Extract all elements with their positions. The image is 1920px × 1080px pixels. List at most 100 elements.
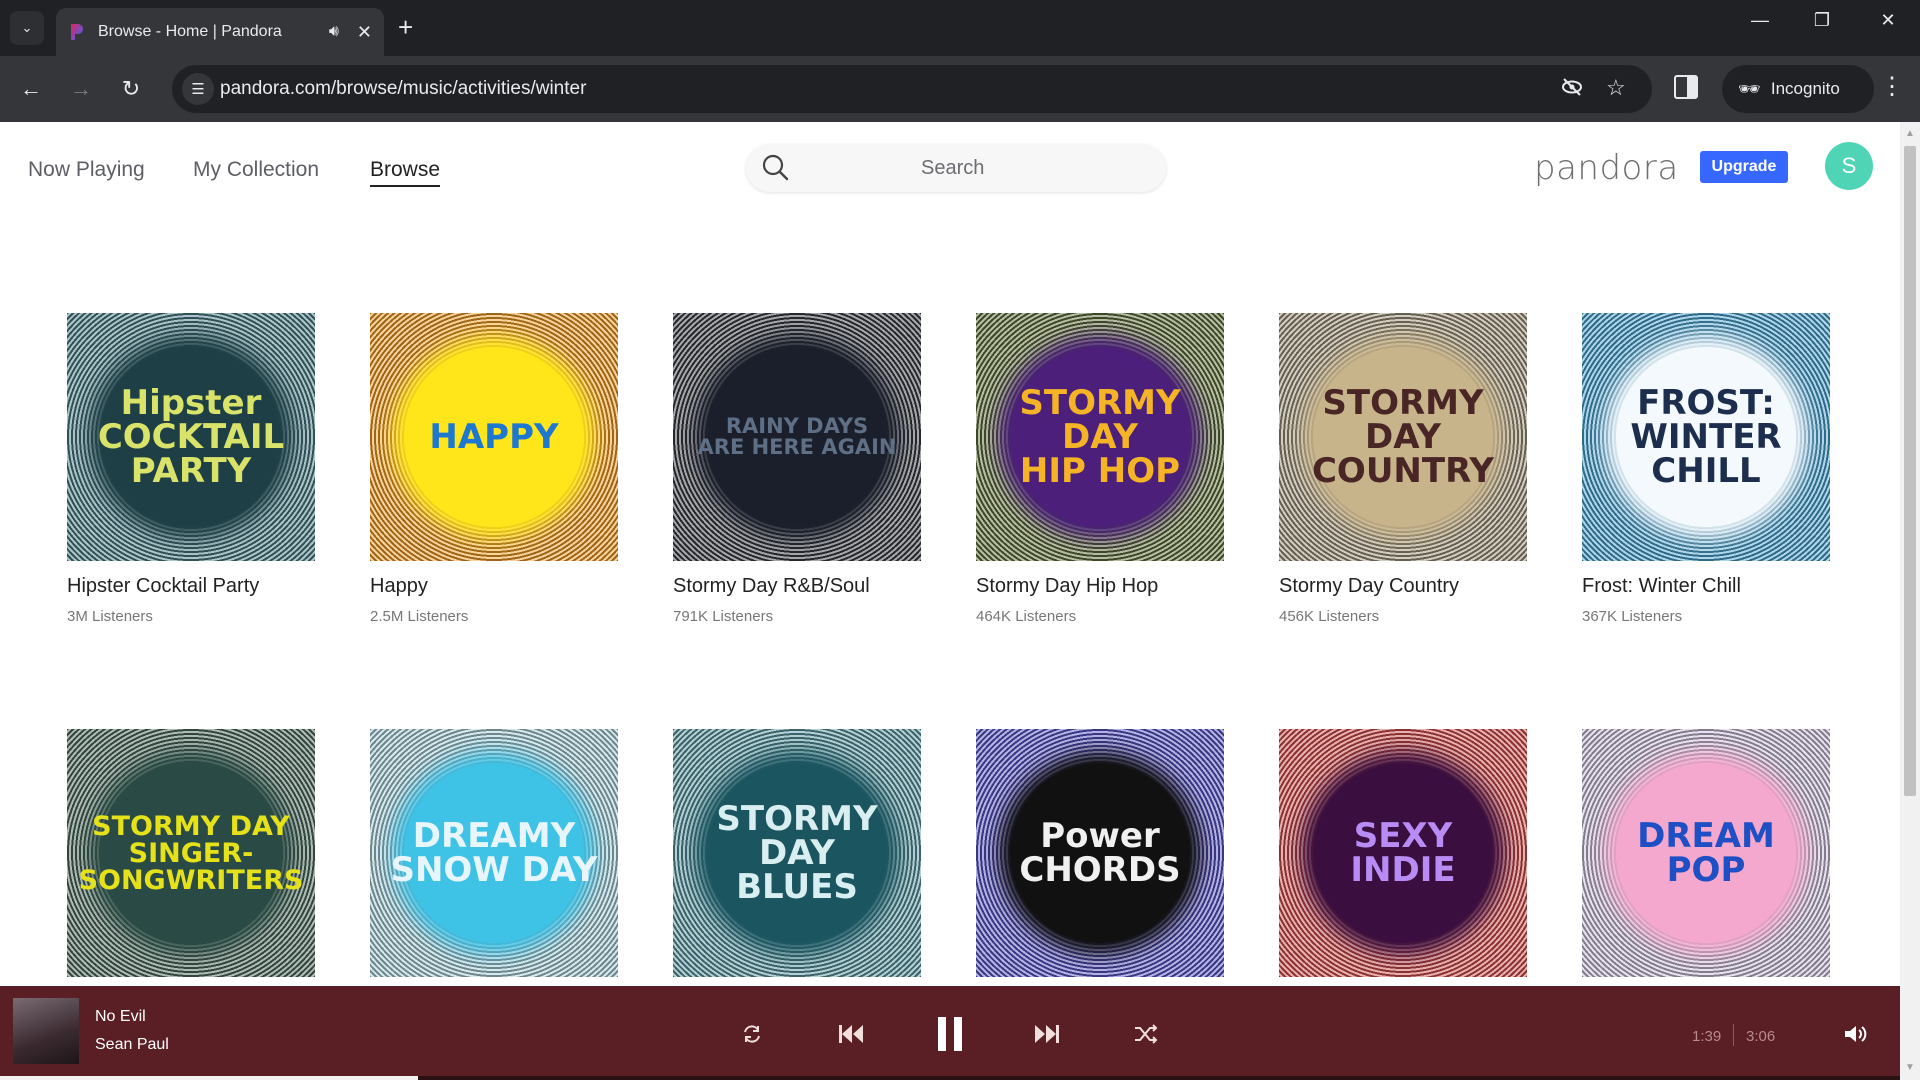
station-card[interactable]: STORMY DAY HIP HOP Stormy Day Hip Hop 464K… bbox=[976, 313, 1224, 625]
skip-back-icon bbox=[839, 1025, 863, 1043]
arrow-left-icon: ← bbox=[20, 76, 42, 101]
search-placeholder: Search bbox=[921, 157, 985, 179]
site-info-button[interactable]: ☰ bbox=[182, 73, 214, 105]
station-title[interactable]: Hipster Cocktail Party bbox=[67, 575, 315, 598]
star-icon[interactable]: ☆ bbox=[1606, 75, 1626, 101]
search-input[interactable]: Search bbox=[746, 144, 1166, 192]
art-text: DREAM POP bbox=[1637, 816, 1775, 890]
station-card[interactable]: DREAMY SNOW DAYDreamy Snow Day bbox=[370, 729, 618, 1024]
station-card[interactable]: STORMY DAY BLUESStormy Day Blues bbox=[673, 729, 921, 1024]
tab-title: Browse - Home | Pandora bbox=[98, 23, 282, 40]
shuffle-button[interactable] bbox=[1132, 1020, 1160, 1048]
station-art[interactable]: Power CHORDS bbox=[976, 729, 1224, 977]
station-art[interactable]: RAINY DAYS ARE HERE AGAIN bbox=[673, 313, 921, 561]
station-card[interactable]: HAPPY Happy 2.5M Listeners bbox=[370, 313, 618, 625]
minimize-button[interactable]: — bbox=[1740, 10, 1780, 31]
station-card[interactable]: STORMY DAY COUNTRY Stormy Day Country 456K… bbox=[1279, 313, 1527, 625]
url-text[interactable]: pandora.com/browse/music/activities/wint… bbox=[220, 78, 586, 100]
track-title[interactable]: No Evil bbox=[95, 1008, 146, 1026]
scrollbar-thumb[interactable] bbox=[1904, 146, 1916, 796]
eye-off-icon[interactable] bbox=[1560, 75, 1584, 105]
station-title[interactable]: Happy bbox=[370, 575, 618, 598]
forward-button[interactable]: → bbox=[66, 74, 96, 104]
replay-button[interactable] bbox=[738, 1020, 766, 1048]
incognito-label: Incognito bbox=[1770, 79, 1840, 98]
station-listeners: 3M Listeners bbox=[67, 608, 153, 625]
station-art[interactable]: STORMY DAY BLUES bbox=[673, 729, 921, 977]
close-tab-icon[interactable]: ✕ bbox=[357, 22, 372, 43]
minimize-icon: — bbox=[1751, 10, 1769, 30]
station-card[interactable]: Hipster COCKTAIL PARTY Hipster Cocktail P… bbox=[67, 313, 315, 625]
plus-icon: + bbox=[398, 12, 414, 42]
station-art[interactable]: Hipster COCKTAIL PARTY bbox=[67, 313, 315, 561]
side-panel-icon[interactable] bbox=[1674, 75, 1698, 99]
progress-fill bbox=[0, 1076, 418, 1080]
time-separator bbox=[1733, 1024, 1734, 1046]
station-art[interactable]: STORMY DAY COUNTRY bbox=[1279, 313, 1527, 561]
speaker-icon[interactable]: 🔊︎ bbox=[329, 23, 339, 41]
station-listeners: 791K Listeners bbox=[673, 608, 774, 625]
top-navigation: Now Playing My Collection Browse Search … bbox=[0, 122, 1900, 222]
pandora-logo[interactable]: pandora bbox=[1534, 148, 1679, 188]
nav-my-collection[interactable]: My Collection bbox=[193, 158, 319, 182]
avatar[interactable]: S bbox=[1825, 142, 1873, 190]
station-card[interactable]: Power CHORDSPower Chords bbox=[976, 729, 1224, 1024]
incognito-indicator[interactable]: 🕶︎ Incognito bbox=[1722, 65, 1874, 113]
station-card[interactable]: STORMY DAY SINGER- SONGWRITERSStormy Day… bbox=[67, 729, 347, 1024]
station-art[interactable]: STORMY DAY SINGER- SONGWRITERS bbox=[67, 729, 315, 977]
incognito-icon: 🕶︎ bbox=[1738, 78, 1761, 99]
upgrade-button[interactable]: Upgrade bbox=[1700, 151, 1788, 183]
station-card[interactable]: DREAM POPDream Pop bbox=[1582, 729, 1830, 1024]
art-text: Hipster COCKTAIL PARTY bbox=[97, 383, 285, 491]
station-title[interactable]: Stormy Day Hip Hop bbox=[976, 575, 1224, 598]
art-text: STORMY DAY HIP HOP bbox=[1019, 383, 1181, 491]
more-vert-icon[interactable]: ⋮ bbox=[1880, 72, 1904, 101]
elapsed-time: 1:39 bbox=[1692, 1028, 1722, 1045]
new-tab-button[interactable]: + bbox=[398, 14, 413, 40]
restore-button[interactable]: ❐ bbox=[1802, 10, 1842, 31]
skip-forward-icon bbox=[1035, 1025, 1059, 1043]
track-artist[interactable]: Sean Paul bbox=[95, 1036, 169, 1054]
station-card[interactable]: SEXY INDIESexy Indie bbox=[1279, 729, 1527, 1024]
close-icon: ✕ bbox=[1880, 10, 1896, 30]
total-duration: 3:06 bbox=[1746, 1028, 1776, 1045]
page-scrollbar[interactable]: ▲ ▼ bbox=[1900, 122, 1920, 1080]
nav-now-playing[interactable]: Now Playing bbox=[28, 158, 145, 182]
playback-progress-bar[interactable] bbox=[0, 1076, 1900, 1080]
station-title[interactable]: Stormy Day R&B/Soul bbox=[673, 575, 921, 598]
art-text: RAINY DAYS ARE HERE AGAIN bbox=[697, 414, 897, 459]
tab-search-button[interactable]: ⌄ bbox=[10, 11, 44, 45]
station-art[interactable]: DREAM POP bbox=[1582, 729, 1830, 977]
art-text: Power CHORDS bbox=[1019, 816, 1181, 890]
station-art[interactable]: DREAMY SNOW DAY bbox=[370, 729, 618, 977]
skip-back-button[interactable] bbox=[836, 1020, 866, 1048]
station-art[interactable]: STORMY DAY HIP HOP bbox=[976, 313, 1224, 561]
art-text: DREAMY SNOW DAY bbox=[390, 816, 598, 890]
station-listeners: 367K Listeners bbox=[1582, 608, 1683, 625]
art-text: STORMY DAY SINGER- SONGWRITERS bbox=[78, 810, 304, 896]
scroll-down-icon[interactable]: ▼ bbox=[1905, 1062, 1915, 1073]
station-card[interactable]: FROST: WINTER CHILL Frost: Winter Chill 36… bbox=[1582, 313, 1830, 625]
skip-forward-button[interactable] bbox=[1032, 1020, 1062, 1048]
station-card[interactable]: RAINY DAYS ARE HERE AGAIN Stormy Day R&B/… bbox=[673, 313, 921, 625]
station-art[interactable]: SEXY INDIE bbox=[1279, 729, 1527, 977]
station-title[interactable]: Stormy Day Country bbox=[1279, 575, 1527, 598]
back-button[interactable]: ← bbox=[16, 74, 46, 104]
nav-browse[interactable]: Browse bbox=[370, 158, 441, 187]
now-playing-bar: No Evil Sean Paul 1:39 3:06 bbox=[0, 986, 1900, 1080]
address-bar[interactable]: ☰ pandora.com/browse/music/activities/wi… bbox=[172, 65, 1652, 113]
close-window-button[interactable]: ✕ bbox=[1868, 10, 1908, 31]
art-text: SEXY INDIE bbox=[1350, 816, 1456, 890]
album-art[interactable] bbox=[13, 998, 79, 1064]
reload-button[interactable]: ↻ bbox=[116, 74, 146, 104]
pause-icon bbox=[938, 1017, 962, 1051]
station-listeners: 2.5M Listeners bbox=[370, 608, 469, 625]
scroll-up-icon[interactable]: ▲ bbox=[1905, 128, 1915, 139]
station-art[interactable]: HAPPY bbox=[370, 313, 618, 561]
station-title[interactable]: Frost: Winter Chill bbox=[1582, 575, 1830, 598]
browser-tab[interactable]: Browse - Home | Pandora 🔊︎ ✕ bbox=[56, 8, 384, 56]
volume-button[interactable] bbox=[1840, 1020, 1870, 1048]
station-art[interactable]: FROST: WINTER CHILL bbox=[1582, 313, 1830, 561]
pause-button[interactable] bbox=[930, 1012, 970, 1056]
shuffle-icon bbox=[1135, 1024, 1158, 1044]
